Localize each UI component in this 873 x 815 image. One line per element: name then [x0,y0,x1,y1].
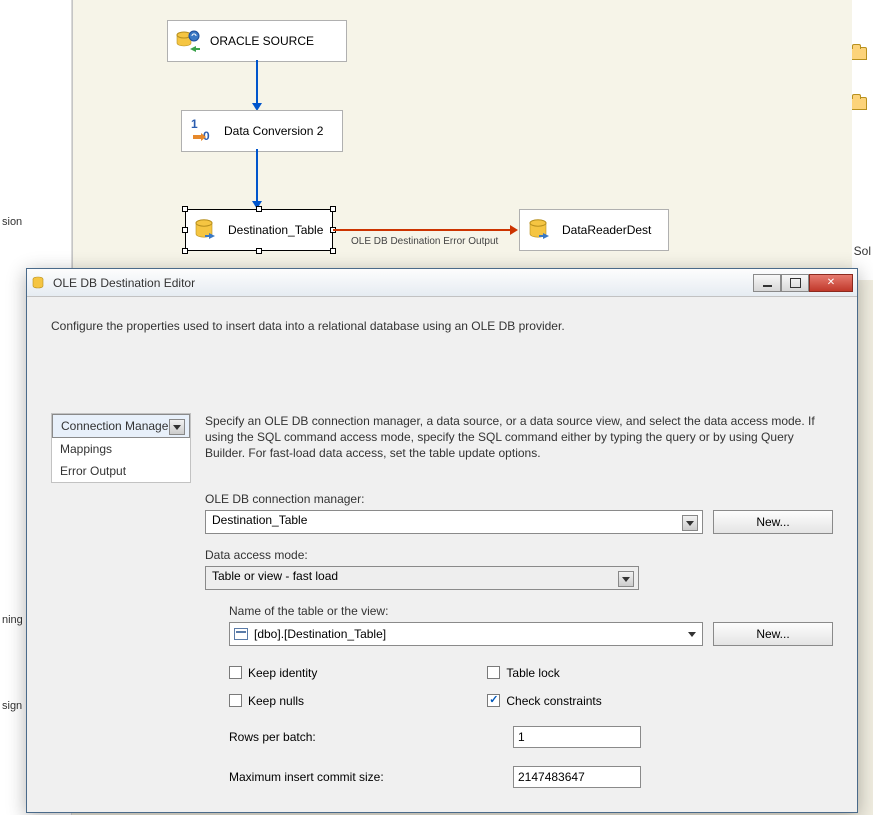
node-destination-table[interactable]: Destination_Table [185,209,333,251]
keep-identity-checkbox[interactable]: Keep identity [229,666,317,680]
rows-per-batch-label: Rows per batch: [229,730,513,744]
connection-manager-label: OLE DB connection manager: [205,492,833,506]
max-commit-input[interactable] [513,766,641,788]
tab-connection-manager[interactable]: Connection Manager [52,414,190,438]
connector-label: OLE DB Destination Error Output [351,236,498,247]
checkbox-label: Keep nulls [248,694,304,708]
destination-db-icon [526,216,554,244]
access-mode-label: Data access mode: [205,548,833,562]
dialog-description: Configure the properties used to insert … [51,319,833,333]
truncated-label: sign [2,700,22,712]
access-mode-select[interactable]: Table or view - fast load [205,566,639,590]
node-data-conversion[interactable]: 1 0 Data Conversion 2 [181,110,343,152]
design-canvas[interactable]: ORACLE SOURCE 1 0 Data Conversion 2 [72,0,852,280]
node-label: Destination_Table [228,223,323,237]
nav-tabs: Connection Manager Mappings Error Output [51,413,191,483]
table-name-combo[interactable]: [dbo].[Destination_Table] [229,622,703,646]
oledb-destination-editor-dialog: OLE DB Destination Editor ✕ Configure th… [26,268,858,813]
new-table-button[interactable]: New... [713,622,833,646]
connector-arrow[interactable] [256,60,258,104]
node-oracle-source[interactable]: ORACLE SOURCE [167,20,347,62]
svg-text:1: 1 [191,118,198,131]
error-connector[interactable] [333,229,511,231]
dialog-title: OLE DB Destination Editor [53,276,747,290]
tab-error-output[interactable]: Error Output [52,460,190,482]
checkbox-label: Table lock [506,666,559,680]
dialog-titlebar[interactable]: OLE DB Destination Editor ✕ [27,269,857,297]
max-commit-label: Maximum insert commit size: [229,770,513,784]
maximize-button[interactable] [781,274,809,292]
connector-arrow[interactable] [256,149,258,202]
destination-db-icon [192,216,220,244]
table-name-label: Name of the table or the view: [229,604,833,618]
checkbox-label: Keep identity [248,666,317,680]
keep-nulls-checkbox[interactable]: Keep nulls [229,694,317,708]
tab-mappings[interactable]: Mappings [52,438,190,460]
minimize-button[interactable] [753,274,781,292]
checkbox-label: Check constraints [506,694,601,708]
node-datareader-dest[interactable]: DataReaderDest [519,209,669,251]
truncated-label: ning [2,614,23,626]
dialog-icon [31,275,47,291]
close-button[interactable]: ✕ [809,274,853,292]
folder-icon[interactable] [851,97,867,110]
new-connection-button[interactable]: New... [713,510,833,534]
node-label: Data Conversion 2 [224,124,323,138]
solution-explorer-label: Sol [854,244,871,258]
data-conversion-icon: 1 0 [188,117,216,145]
truncated-label: sion [2,216,22,228]
dialog-content: Specify an OLE DB connection manager, a … [205,413,833,788]
source-db-icon [174,27,202,55]
folder-icon[interactable] [851,47,867,60]
connection-manager-select[interactable]: Destination_Table [205,510,703,534]
check-constraints-checkbox[interactable]: Check constraints [487,694,601,708]
table-lock-checkbox[interactable]: Table lock [487,666,601,680]
section-description: Specify an OLE DB connection manager, a … [205,413,833,462]
arrowhead-icon [510,225,518,235]
rows-per-batch-input[interactable] [513,726,641,748]
table-icon [234,628,248,640]
node-label: ORACLE SOURCE [210,34,314,48]
node-label: DataReaderDest [562,223,651,237]
